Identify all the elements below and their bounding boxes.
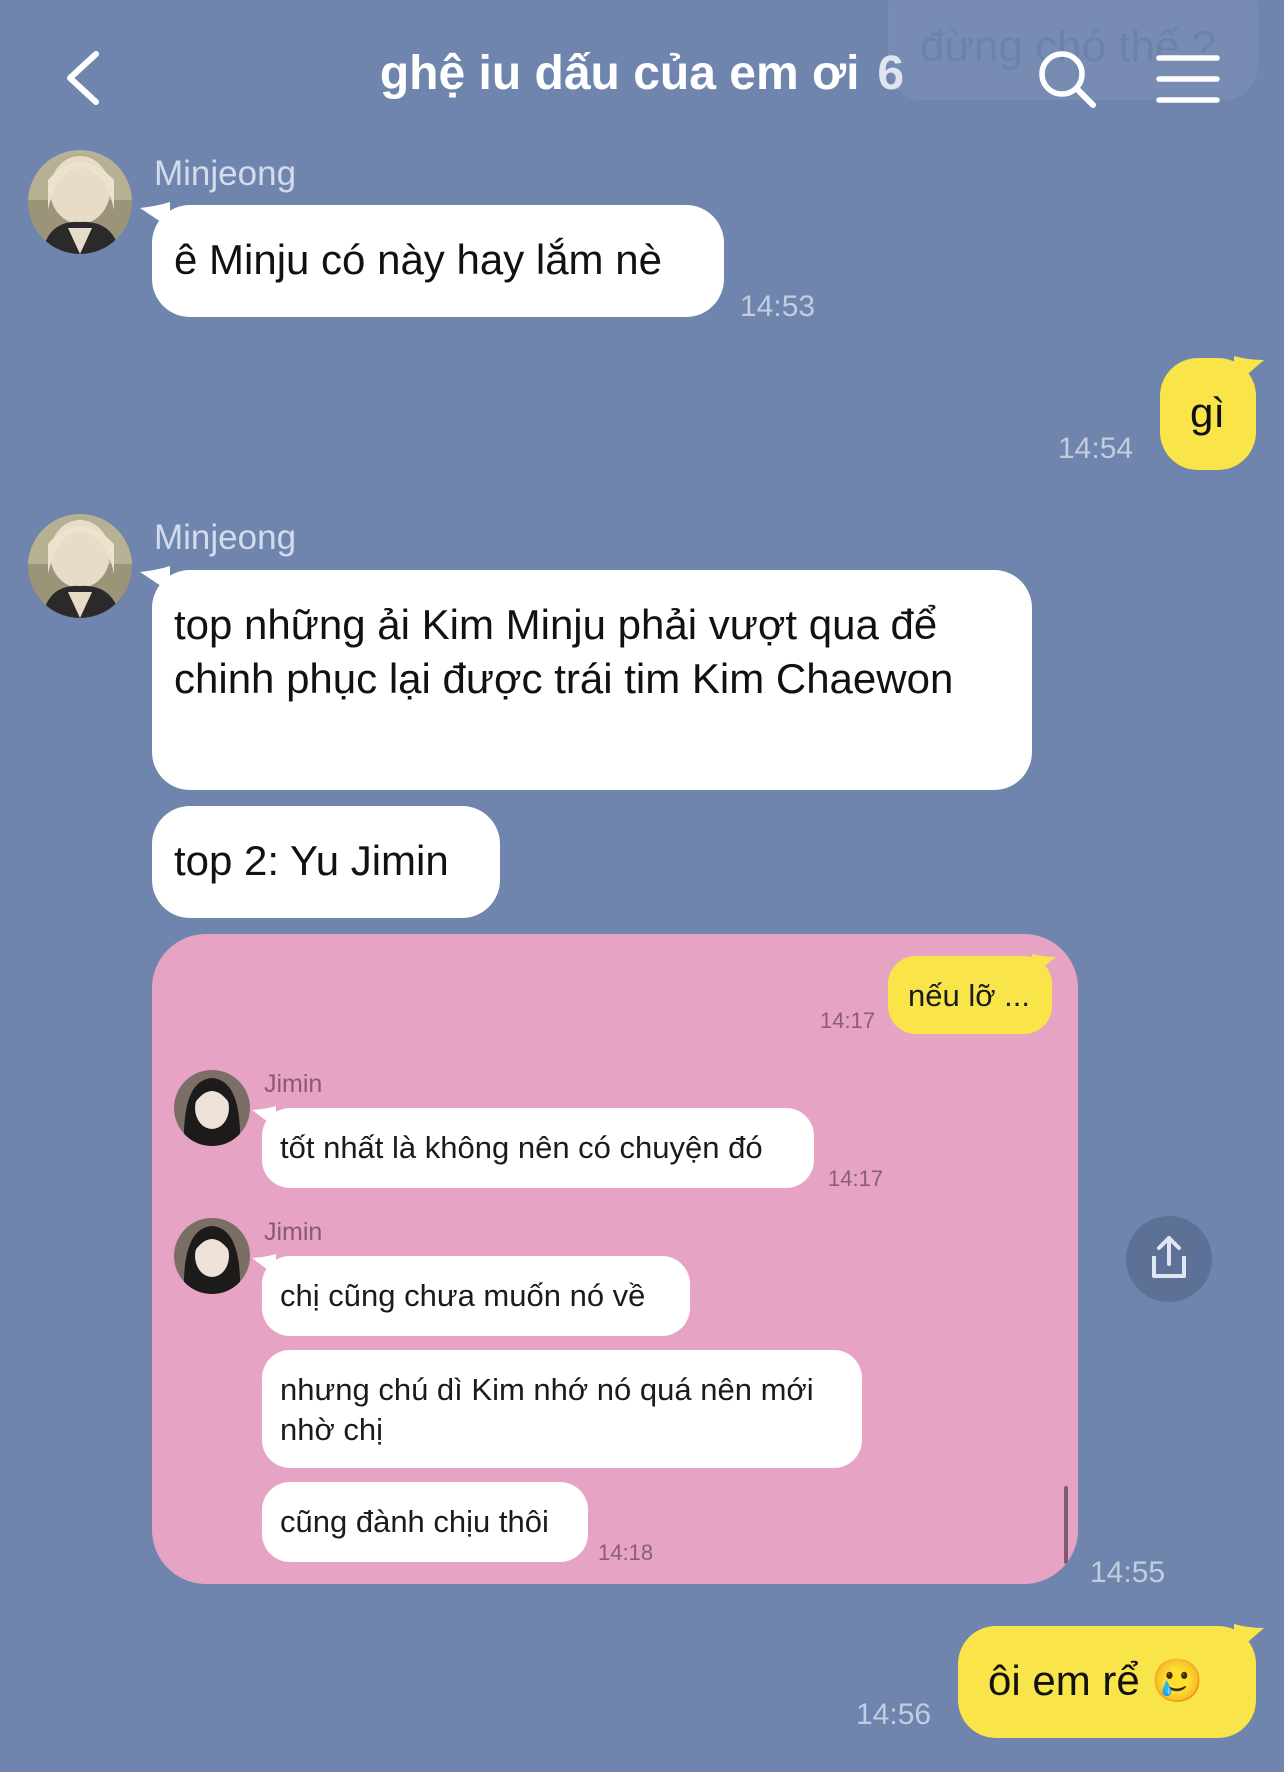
sender-name: Minjeong	[154, 154, 297, 193]
bubble-tail	[140, 566, 170, 592]
message-text: gì	[1190, 389, 1226, 436]
message-text: nhưng chú dì Kim nhớ nó quá nên mới nhờ …	[280, 1372, 814, 1447]
avatar-photo	[28, 514, 132, 618]
bubble-tail	[1234, 1624, 1264, 1654]
avatar	[174, 1218, 250, 1294]
message-time: 14:17	[828, 1166, 884, 1191]
message-text: ê Minju có này hay lắm nè	[174, 236, 662, 283]
avatar-photo	[174, 1070, 250, 1146]
avatar	[174, 1070, 250, 1146]
message-time: 14:53	[740, 290, 816, 323]
message-text: cũng đành chịu thôi	[280, 1504, 549, 1539]
message-bubble[interactable]: top 2: Yu Jimin	[152, 806, 500, 918]
avatar[interactable]	[28, 514, 132, 618]
sender-name: Jimin	[264, 1070, 323, 1098]
scrollbar-indicator	[1064, 1486, 1068, 1564]
message-bubble[interactable]: ê Minju có này hay lắm nè	[152, 205, 724, 317]
message-time: 14:54	[1058, 432, 1134, 465]
sender-name: Jimin	[264, 1218, 323, 1246]
message-text: nếu lỡ ...	[908, 978, 1031, 1013]
bubble-tail	[1234, 356, 1264, 386]
chat-header: đừng chó thế ? ghệ iu dấu của em ơi 6	[0, 0, 1284, 150]
message-time: 14:56	[856, 1698, 932, 1731]
share-button[interactable]	[1126, 1216, 1212, 1302]
message-time: 14:55	[1090, 1556, 1166, 1589]
message-time: 14:17	[820, 1008, 876, 1033]
bubble-tail	[252, 1106, 276, 1128]
message-text: ôi em rể 🥲	[988, 1657, 1204, 1704]
bubble-tail	[252, 1254, 276, 1276]
share-upload-icon	[1152, 1236, 1186, 1278]
bubble-tail	[1032, 954, 1056, 976]
sender-name: Minjeong	[154, 518, 297, 557]
avatar[interactable]	[28, 150, 132, 254]
message-bubble: chị cũng chưa muốn nó về	[262, 1256, 690, 1336]
message-bubble[interactable]: top những ải Kim Minju phải vượt qua để …	[152, 570, 1032, 790]
message-bubble: cũng đành chịu thôi	[262, 1482, 588, 1562]
my-message-bubble[interactable]: ôi em rể 🥲	[958, 1626, 1256, 1738]
shared-screenshot-image[interactable]: 14:17 nếu lỡ ... Jimin tốt nhất là không…	[152, 934, 1078, 1584]
message-text: chị cũng chưa muốn nó về	[280, 1278, 646, 1313]
my-message-bubble: nếu lỡ ...	[888, 956, 1052, 1034]
message-text: top những ải Kim Minju phải vượt qua để …	[174, 601, 954, 702]
message-bubble: tốt nhất là không nên có chuyện đó	[262, 1108, 814, 1188]
message-time: 14:18	[598, 1540, 654, 1565]
avatar-photo	[28, 150, 132, 254]
chat-title: ghệ iu dấu của em ơi	[379, 47, 860, 100]
hamburger-menu-icon[interactable]	[1156, 54, 1220, 104]
message-text: tốt nhất là không nên có chuyện đó	[280, 1130, 763, 1165]
member-count: 6	[877, 47, 905, 100]
avatar-photo	[174, 1218, 250, 1294]
message-text: top 2: Yu Jimin	[174, 837, 449, 884]
search-icon[interactable]	[1036, 48, 1098, 110]
message-bubble: nhưng chú dì Kim nhớ nó quá nên mới nhờ …	[262, 1350, 862, 1468]
bubble-tail	[140, 202, 170, 228]
